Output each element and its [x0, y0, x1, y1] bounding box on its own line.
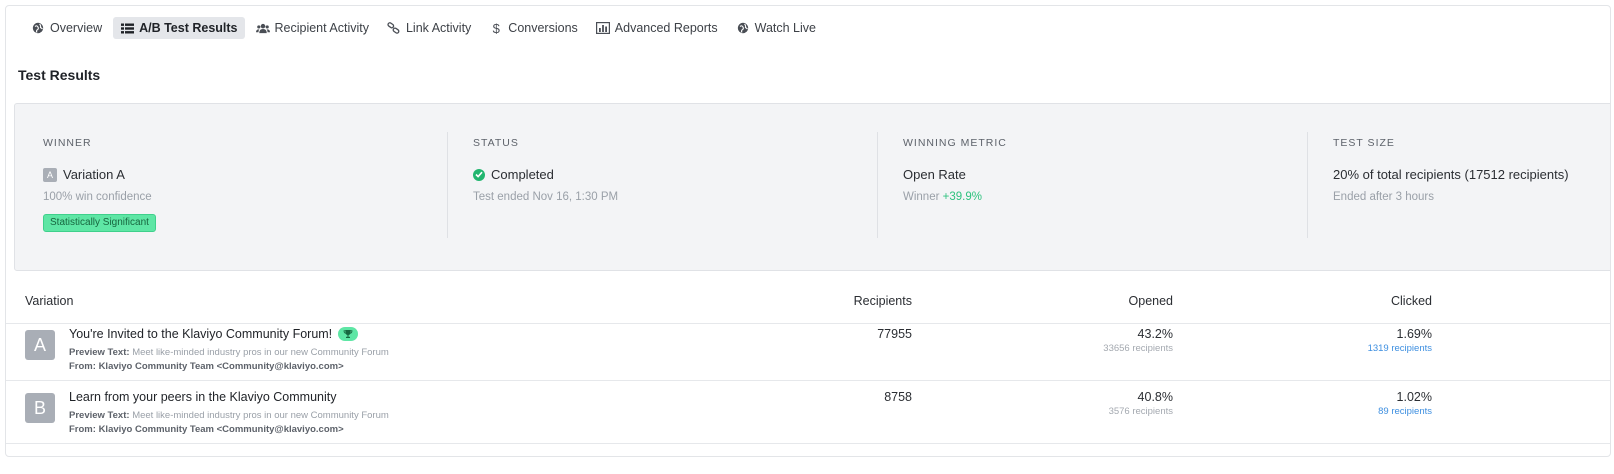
report-frame: Overview A/B Test Results Recipient Acti…	[5, 5, 1611, 457]
variation-chip: A	[43, 167, 57, 182]
recipients-count: 77955	[877, 327, 912, 341]
tab-label: Advanced Reports	[614, 21, 718, 35]
status-header: STATUS	[473, 137, 519, 149]
opened-count: 33656 recipients	[1103, 343, 1173, 354]
significance-badge: Statistically Significant	[43, 214, 156, 232]
winning-metric-header: WINNING METRIC	[903, 137, 1007, 149]
winner-delta: +39.9%	[942, 191, 982, 203]
tab-advanced-reports[interactable]: Advanced Reports	[589, 17, 725, 39]
tab-label: Recipient Activity	[274, 21, 369, 35]
divider	[877, 132, 878, 238]
check-circle-icon	[473, 168, 485, 181]
tab-label: Watch Live	[754, 21, 816, 35]
subject-text: Learn from your peers in the Klaviyo Com…	[69, 390, 337, 404]
from-label: From:	[69, 424, 96, 435]
tab-link-activity[interactable]: Link Activity	[380, 17, 478, 39]
preview-label: Preview Text:	[69, 410, 130, 421]
users-icon	[255, 23, 270, 34]
clicked-recipients-link[interactable]: 1319 recipients	[1368, 343, 1432, 354]
summary-panel: WINNER A Variation A 100% win confidence…	[14, 103, 1610, 271]
table-row[interactable]: B Learn from your peers in the Klaviyo C…	[6, 381, 1610, 444]
subject-line: Learn from your peers in the Klaviyo Com…	[69, 390, 336, 404]
subject-line: You're Invited to the Klaviyo Community …	[69, 327, 359, 341]
winner-header: WINNER	[43, 137, 92, 149]
tab-label: A/B Test Results	[139, 21, 238, 35]
variation-letter: B	[25, 393, 55, 423]
divider	[1307, 132, 1308, 238]
winning-metric-sub: Winner +39.9%	[903, 191, 982, 203]
divider	[447, 132, 448, 238]
winner-value: A Variation A	[43, 167, 125, 182]
from-line: From: Klaviyo Community Team <Community@…	[69, 361, 344, 372]
opened-rate: 43.2%	[1137, 327, 1173, 341]
clicked-rate: 1.02%	[1396, 390, 1432, 404]
col-variation: Variation	[25, 294, 74, 308]
status-sub: Test ended Nov 16, 1:30 PM	[473, 191, 619, 203]
tab-ab-test-results[interactable]: A/B Test Results	[113, 17, 245, 39]
preview-text: Preview Text: Meet like-minded industry …	[69, 410, 389, 421]
tab-label: Conversions	[508, 21, 578, 35]
recipients-count: 8758	[884, 390, 912, 404]
list-icon	[120, 23, 134, 34]
dollar-icon: $	[492, 20, 500, 36]
subject-text: You're Invited to the Klaviyo Community …	[69, 327, 333, 341]
col-clicked: Clicked	[1391, 294, 1432, 308]
page-title: Test Results	[18, 67, 101, 83]
col-recipients: Recipients	[853, 294, 912, 308]
table-row[interactable]: A You're Invited to the Klaviyo Communit…	[6, 318, 1610, 381]
tab-conversions[interactable]: $ Conversions	[482, 17, 584, 39]
from-line: From: Klaviyo Community Team <Community@…	[69, 424, 344, 435]
test-size-sub: Ended after 3 hours	[1333, 191, 1435, 203]
preview-value: Meet like-minded industry pros in our ne…	[132, 410, 389, 421]
globe-icon	[736, 22, 750, 34]
win-confidence: 100% win confidence	[43, 191, 152, 203]
winning-metric-value: Open Rate	[903, 167, 966, 182]
variation-letter: A	[25, 330, 55, 360]
from-value: Klaviyo Community Team <Community@klaviy…	[98, 361, 344, 372]
bar-chart-icon	[595, 22, 610, 34]
winner-prefix: Winner	[903, 191, 940, 203]
report-nav: Overview A/B Test Results Recipient Acti…	[24, 17, 823, 39]
trophy-icon	[338, 327, 359, 341]
opened-rate: 40.8%	[1137, 390, 1173, 404]
from-label: From:	[69, 361, 96, 372]
preview-value: Meet like-minded industry pros in our ne…	[132, 347, 389, 358]
preview-text: Preview Text: Meet like-minded industry …	[69, 347, 389, 358]
opened-count: 3576 recipients	[1108, 406, 1173, 417]
col-opened: Opened	[1128, 294, 1173, 308]
tab-recipient-activity[interactable]: Recipient Activity	[249, 17, 376, 39]
test-size-value: 20% of total recipients (17512 recipient…	[1333, 167, 1569, 182]
preview-label: Preview Text:	[69, 347, 130, 358]
clicked-rate: 1.69%	[1396, 327, 1432, 341]
clicked-recipients-link[interactable]: 89 recipients	[1378, 406, 1432, 417]
from-value: Klaviyo Community Team <Community@klaviy…	[98, 424, 344, 435]
tab-label: Link Activity	[405, 21, 472, 35]
test-size-header: TEST SIZE	[1333, 137, 1395, 149]
globe-icon	[31, 22, 45, 34]
tab-watch-live[interactable]: Watch Live	[729, 17, 823, 39]
tab-overview[interactable]: Overview	[24, 17, 109, 39]
status-label: Completed	[491, 167, 554, 182]
status-value: Completed	[473, 167, 554, 182]
link-icon	[387, 22, 401, 34]
tab-label: Overview	[50, 21, 103, 35]
winner-label: Variation A	[63, 167, 125, 182]
